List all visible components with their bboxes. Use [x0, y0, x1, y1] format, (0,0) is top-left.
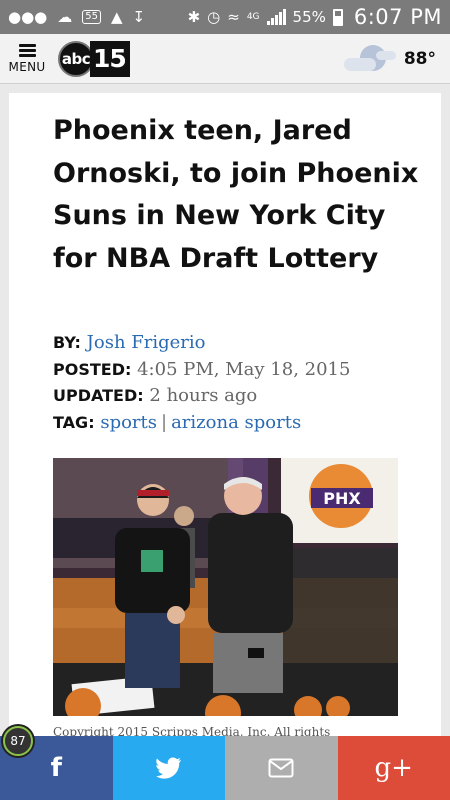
- chat-icon: ●●●: [8, 7, 48, 26]
- status-right-icons: ✱ ◷ ≈ 4G 55% 6:07 PM: [188, 5, 442, 29]
- posted-label: POSTED:: [53, 359, 132, 379]
- google-plus-icon: g+: [374, 753, 413, 783]
- photo-banner-text: PHX: [323, 489, 361, 508]
- abc15-logo[interactable]: abc 15: [58, 40, 130, 78]
- bluetooth-icon: ✱: [187, 8, 201, 26]
- battery-icon: [332, 8, 343, 26]
- facebook-icon: f: [50, 753, 62, 783]
- posted-value: 4:05 PM, May 18, 2015: [137, 358, 351, 380]
- status-bar: ●●● ☁ 55 ▲ ↧ ✱ ◷ ≈ 4G 55% 6:07 PM: [0, 0, 450, 34]
- floating-count-badge[interactable]: 87: [3, 726, 33, 756]
- weather-widget[interactable]: 88°: [342, 41, 436, 77]
- status-left-icons: ●●● ☁ 55 ▲ ↧: [8, 7, 146, 26]
- signal-icon: [266, 9, 286, 25]
- menu-button[interactable]: MENU: [2, 34, 52, 84]
- article-photo[interactable]: PHX: [53, 458, 398, 716]
- battery-percent: 55%: [292, 8, 326, 26]
- updated-label: UPDATED:: [53, 386, 144, 405]
- tag-link-sports[interactable]: sports: [100, 412, 157, 433]
- twitter-bird-icon: [155, 757, 181, 779]
- byline: BY: Josh Frigerio: [53, 330, 423, 357]
- network-type: 4G: [246, 12, 260, 22]
- wifi-icon: ≈: [227, 8, 240, 26]
- email-share-button[interactable]: [225, 736, 338, 800]
- weather-status-icon: ☁: [57, 7, 73, 26]
- author-link[interactable]: Josh Frigerio: [87, 332, 206, 353]
- abc-logo-circle: abc: [58, 40, 94, 77]
- status-time: 6:07 PM: [353, 5, 442, 29]
- logo-number: 15: [90, 40, 130, 77]
- updated-value: 2 hours ago: [149, 385, 258, 406]
- menu-label: MENU: [8, 59, 46, 74]
- photo-illustration: PHX: [53, 458, 398, 716]
- posted-row: POSTED: 4:05 PM, May 18, 2015: [53, 357, 423, 384]
- google-plus-share-button[interactable]: g+: [337, 736, 450, 800]
- updated-row: UPDATED: 2 hours ago: [53, 383, 423, 410]
- mail-icon: [268, 758, 294, 778]
- article-headline: Phoenix teen, Jared Ornoski, to join Pho…: [53, 115, 419, 274]
- share-bar: f g+: [0, 736, 450, 800]
- by-label: BY:: [53, 333, 81, 352]
- alarm-icon: ◷: [207, 8, 221, 26]
- tag-separator: |: [161, 411, 168, 433]
- tag-label: TAG:: [53, 412, 95, 432]
- twitter-share-button[interactable]: [112, 736, 225, 800]
- app-header: MENU abc 15 88°: [0, 34, 450, 84]
- article-card: Phoenix teen, Jared Ornoski, to join Pho…: [9, 93, 441, 800]
- tag-row: TAG: sports | arizona sports: [53, 410, 423, 437]
- hamburger-icon: [18, 43, 36, 57]
- app-notification-icon: ▲: [111, 7, 123, 26]
- temperature: 88°: [403, 48, 436, 69]
- article-meta: BY: Josh Frigerio POSTED: 4:05 PM, May 1…: [53, 330, 423, 436]
- tag-link-arizona-sports[interactable]: arizona sports: [171, 412, 301, 433]
- download-icon: ↧: [132, 7, 146, 26]
- notification-count-badge: 55: [82, 10, 101, 24]
- partly-cloudy-icon: [342, 41, 400, 77]
